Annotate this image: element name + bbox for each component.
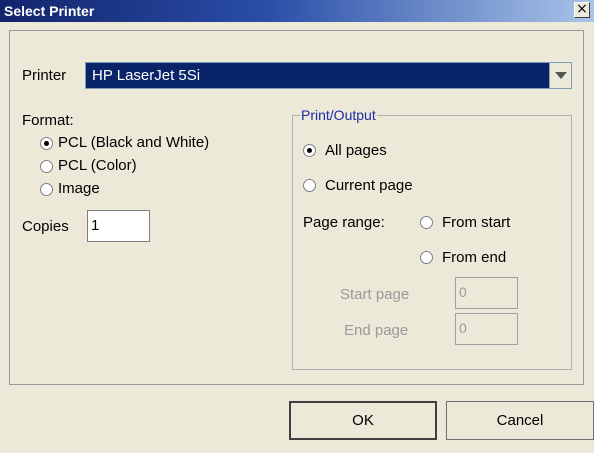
- select-printer-dialog: Select Printer × Printer HP LaserJet 5Si…: [0, 0, 594, 453]
- dropdown-button[interactable]: [549, 63, 571, 88]
- window-title: Select Printer: [4, 3, 95, 19]
- end-page-input[interactable]: 0: [455, 313, 518, 345]
- ok-button[interactable]: OK: [289, 401, 437, 440]
- from-end-label[interactable]: From end: [442, 249, 506, 266]
- end-page-label: End page: [344, 322, 409, 339]
- printer-label: Printer: [22, 67, 67, 84]
- print-output-title: Print/Output: [300, 107, 377, 123]
- format-option-image[interactable]: Image: [58, 180, 100, 197]
- printer-selected-value: HP LaserJet 5Si: [92, 67, 201, 84]
- current-page-label[interactable]: Current page: [325, 177, 413, 194]
- radio-all-pages[interactable]: [303, 144, 316, 157]
- copies-label: Copies: [22, 218, 69, 235]
- radio-format-pcl-color[interactable]: [40, 160, 53, 173]
- radio-format-pcl-bw[interactable]: [40, 137, 53, 150]
- close-button[interactable]: ×: [574, 2, 590, 18]
- format-option-pcl-bw[interactable]: PCL (Black and White): [58, 134, 209, 151]
- radio-from-end[interactable]: [420, 251, 433, 264]
- radio-format-image[interactable]: [40, 183, 53, 196]
- start-page-input[interactable]: 0: [455, 277, 518, 309]
- printer-dropdown[interactable]: HP LaserJet 5Si: [85, 62, 572, 89]
- format-label: Format:: [22, 112, 74, 129]
- radio-from-start[interactable]: [420, 216, 433, 229]
- cancel-button[interactable]: Cancel: [446, 401, 594, 440]
- from-start-label[interactable]: From start: [442, 214, 510, 231]
- close-icon: ×: [576, 1, 588, 17]
- radio-current-page[interactable]: [303, 179, 316, 192]
- start-page-label: Start page: [340, 286, 410, 303]
- chevron-down-icon: [555, 72, 567, 79]
- page-range-label: Page range:: [303, 214, 385, 231]
- all-pages-label[interactable]: All pages: [325, 142, 387, 159]
- format-option-pcl-color[interactable]: PCL (Color): [58, 157, 137, 174]
- copies-input[interactable]: 1: [87, 210, 150, 242]
- title-bar[interactable]: Select Printer ×: [0, 0, 594, 22]
